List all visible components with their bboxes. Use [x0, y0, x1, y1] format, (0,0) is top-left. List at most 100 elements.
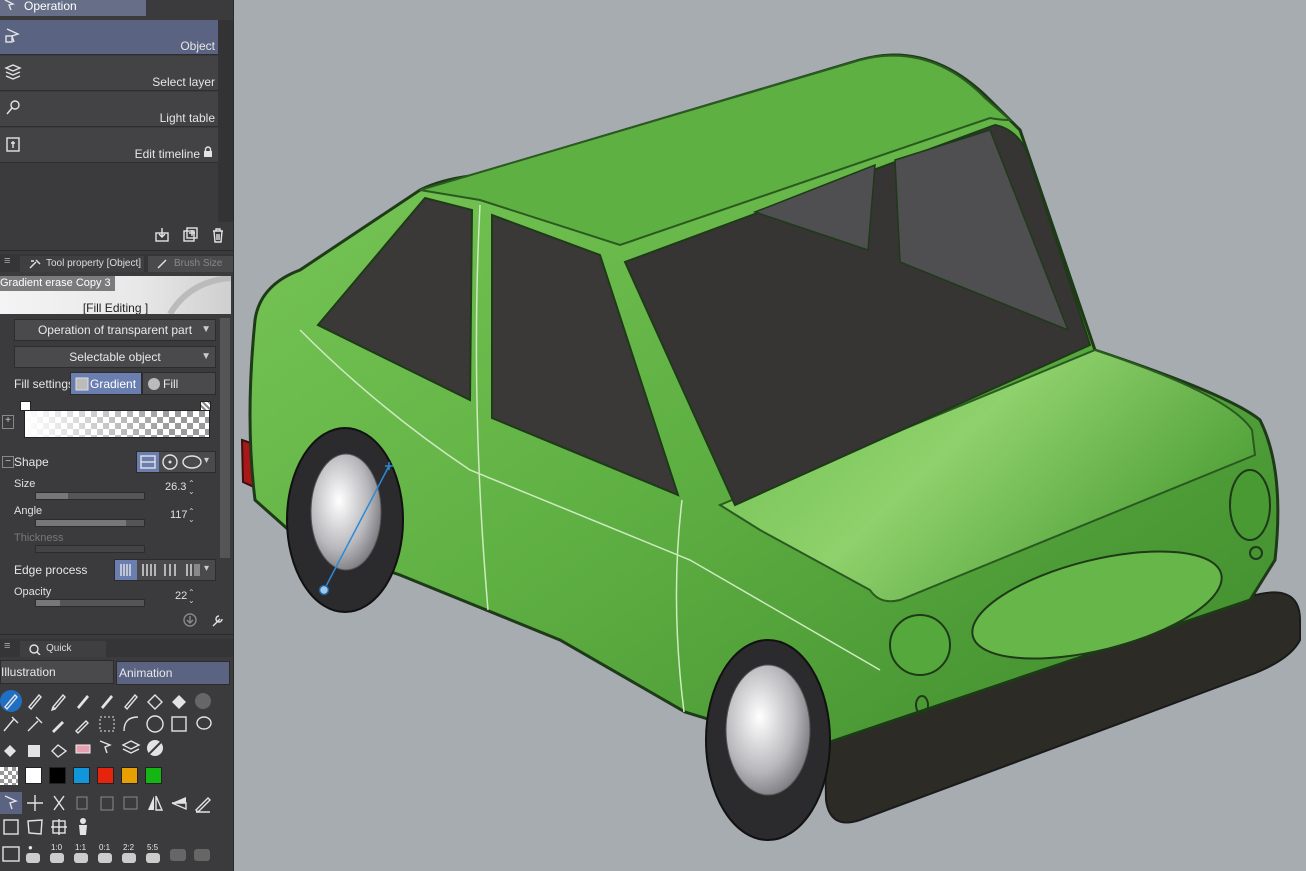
camera-icon[interactable] — [50, 853, 64, 863]
gradient-bar[interactable] — [24, 410, 210, 438]
refer-layer-fill-icon[interactable] — [24, 737, 46, 759]
flip-vertical-icon[interactable] — [168, 792, 190, 814]
transparent-operation-dropdown[interactable]: Operation of transparent part ▼ — [14, 319, 216, 341]
scissors-icon[interactable] — [48, 792, 70, 814]
add-gradient-set-icon[interactable]: + — [2, 415, 14, 429]
stepper-icon[interactable]: ⌃ ⌄ — [188, 508, 195, 524]
register-initial-icon[interactable] — [182, 612, 198, 628]
cut-icon[interactable] — [183, 560, 203, 580]
eraser-icon[interactable] — [144, 690, 166, 712]
free-transform-icon[interactable] — [0, 816, 22, 838]
pen-edit-icon[interactable] — [192, 792, 214, 814]
figure-icon[interactable] — [72, 816, 94, 838]
paste-icon[interactable] — [96, 792, 118, 814]
pen-tool-icon[interactable] — [0, 690, 22, 712]
color-swatch[interactable] — [25, 767, 42, 784]
transparent-color-swatch[interactable] — [0, 767, 18, 785]
decoration-icon[interactable] — [72, 713, 94, 735]
transform-icon[interactable] — [120, 792, 142, 814]
rectangle-selection-icon[interactable] — [96, 713, 118, 735]
camera-icon[interactable] — [146, 853, 160, 863]
brush-icon[interactable] — [96, 690, 118, 712]
texture-icon[interactable] — [192, 690, 214, 712]
frame-icon[interactable] — [0, 843, 22, 865]
eraser-pink-icon[interactable] — [72, 737, 94, 759]
close-fill-icon[interactable] — [48, 737, 70, 759]
marker-icon[interactable] — [72, 690, 94, 712]
tab-quick-access[interactable]: Quick Access — [20, 641, 106, 670]
size-slider[interactable] — [35, 492, 145, 500]
operation-panel-title[interactable]: Operation — [0, 0, 146, 16]
set-animation[interactable]: Animation — [116, 661, 230, 685]
move-icon[interactable] — [24, 792, 46, 814]
subtool-select-layer[interactable]: Select layer — [0, 56, 218, 91]
layers-icon[interactable] — [120, 737, 142, 759]
angle-value[interactable]: 117 — [170, 509, 188, 521]
tool-property-header: ≡ Tool property [Object] Brush Size — [0, 254, 233, 272]
fill-fill-option[interactable]: Fill — [142, 372, 216, 395]
curve-icon[interactable] — [120, 713, 142, 735]
subtool-scrollbar[interactable] — [218, 20, 233, 222]
fill-icon[interactable] — [0, 737, 22, 759]
smudge-icon[interactable] — [24, 713, 46, 735]
panel-menu-icon[interactable]: ≡ — [4, 640, 10, 652]
color-swatch[interactable] — [97, 767, 114, 784]
shape-selector[interactable]: ▾ — [136, 451, 216, 473]
select-layer-tool-icon[interactable] — [96, 737, 118, 759]
subtool-edit-timeline[interactable]: Edit timeline — [0, 128, 218, 163]
panel-menu-icon[interactable]: ≡ — [4, 255, 10, 267]
pencil-icon[interactable] — [48, 690, 70, 712]
ellipse-shape-icon[interactable] — [181, 452, 203, 472]
camera-icon[interactable] — [26, 853, 40, 863]
no-repeat-icon[interactable] — [161, 560, 181, 580]
opacity-value[interactable]: 22 — [175, 590, 187, 602]
angle-slider[interactable] — [35, 519, 145, 527]
tab-tool-property[interactable]: Tool property [Object] — [20, 256, 144, 272]
subtool-light-table[interactable]: Light table — [0, 92, 218, 127]
camera-disabled-icon — [170, 849, 186, 861]
camera-icon[interactable] — [98, 853, 112, 863]
tool-property-scrollbar[interactable] — [220, 318, 230, 558]
canvas[interactable] — [234, 0, 1306, 871]
copy-brush-icon[interactable] — [48, 713, 70, 735]
airbrush-icon[interactable] — [120, 690, 142, 712]
linear-shape-icon[interactable] — [137, 452, 159, 472]
color-swatch[interactable] — [145, 767, 162, 784]
color-swatch[interactable] — [73, 767, 90, 784]
no-entry-icon[interactable] — [144, 737, 166, 759]
collapse-icon[interactable]: − — [2, 456, 14, 468]
tab-brush-size[interactable]: Brush Size — [148, 256, 233, 272]
copy-icon[interactable] — [72, 792, 94, 814]
distort-icon[interactable] — [24, 816, 46, 838]
circle-shape-icon[interactable] — [160, 452, 180, 472]
crop-icon[interactable] — [48, 816, 70, 838]
lasso-icon[interactable] — [192, 713, 214, 735]
edge-process-selector[interactable]: ▾ — [114, 559, 216, 581]
size-label: Size — [14, 478, 36, 490]
stepper-icon[interactable]: ⌃ ⌄ — [188, 480, 195, 496]
duplicate-icon[interactable] — [182, 227, 198, 243]
opacity-slider[interactable] — [35, 599, 145, 607]
pen-icon[interactable] — [24, 690, 46, 712]
camera-icon[interactable] — [122, 853, 136, 863]
wrench-icon[interactable] — [210, 612, 226, 628]
reflect-icon[interactable] — [139, 560, 159, 580]
size-value[interactable]: 26.3 — [165, 481, 186, 493]
subtool-object[interactable]: Object — [0, 20, 218, 55]
camera-icon[interactable] — [74, 853, 88, 863]
stepper-icon[interactable]: ⌃ ⌄ — [188, 589, 195, 605]
flip-horizontal-icon[interactable] — [144, 792, 166, 814]
selectable-object-dropdown[interactable]: Selectable object ▼ — [14, 346, 216, 368]
color-swatch[interactable] — [121, 767, 138, 784]
rectangle-icon[interactable] — [168, 713, 190, 735]
object-tool-icon[interactable] — [0, 792, 22, 814]
import-icon[interactable] — [154, 227, 170, 243]
blend-icon[interactable] — [0, 713, 22, 735]
color-swatch[interactable] — [49, 767, 66, 784]
set-illustration[interactable]: Illustration — [0, 660, 114, 684]
repeat-icon[interactable] — [115, 560, 137, 580]
trash-icon[interactable] — [210, 227, 226, 243]
fill-bucket-icon[interactable] — [168, 690, 190, 712]
ellipse-icon[interactable] — [144, 713, 166, 735]
fill-gradient-option[interactable]: Gradient — [70, 372, 142, 395]
